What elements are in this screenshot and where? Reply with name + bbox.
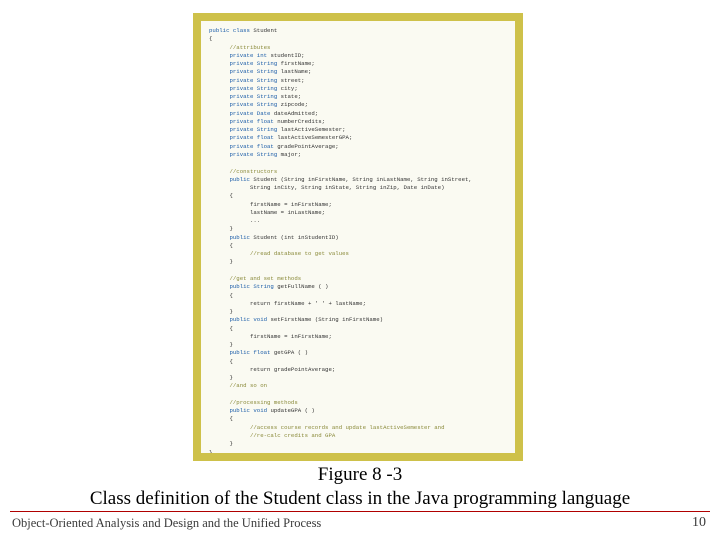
figure-caption: Figure 8 -3 Class definition of the Stud… xyxy=(0,463,720,511)
caption-line-1: Figure 8 -3 xyxy=(0,463,720,487)
page-number: 10 xyxy=(692,515,706,531)
footer-divider xyxy=(10,511,710,512)
code-figure-inner: public class Student { //attributes priv… xyxy=(201,21,515,453)
caption-line-2: Class definition of the Student class in… xyxy=(0,487,720,511)
code-figure-frame: public class Student { //attributes priv… xyxy=(193,13,523,461)
java-code-listing: public class Student { //attributes priv… xyxy=(209,27,507,453)
footer-text-left: Object-Oriented Analysis and Design and … xyxy=(12,516,321,531)
